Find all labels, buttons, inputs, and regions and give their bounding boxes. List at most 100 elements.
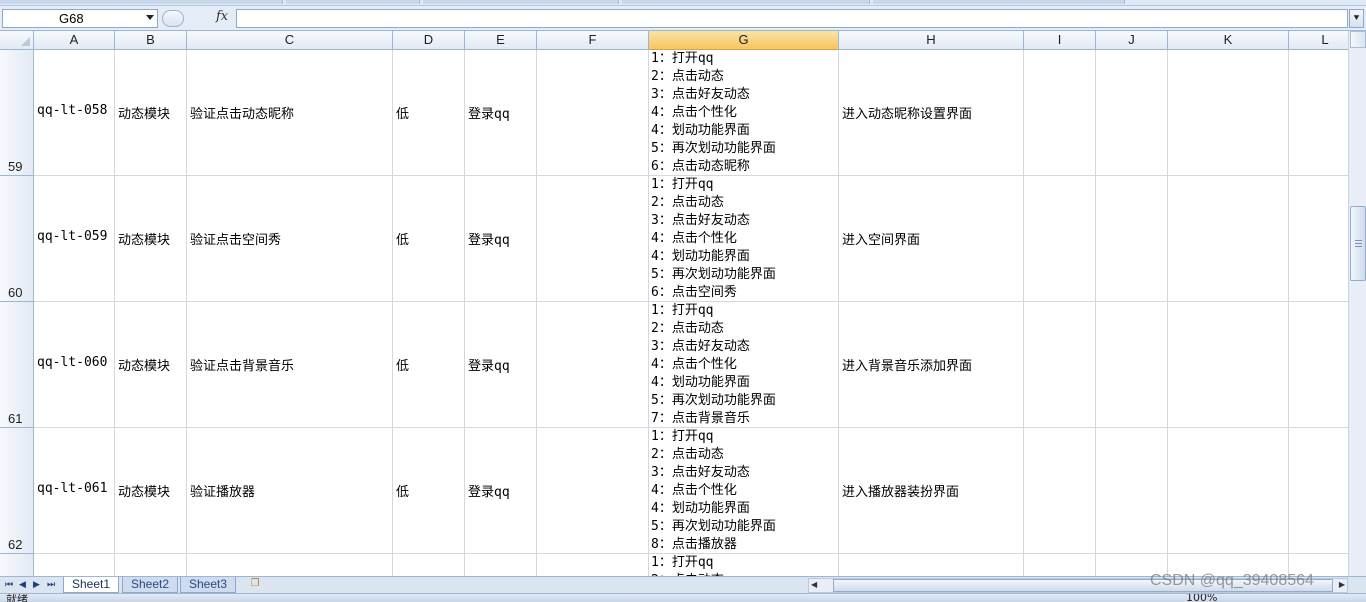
cell-id[interactable]: qq-lt-061 [34, 428, 115, 554]
cell-k[interactable] [1168, 50, 1289, 176]
cell-steps[interactable]: 1：打开qq 2：点击动态 3：点击好友动态 4：点击个性化 4：划动功能界面 5：再次划… [649, 302, 839, 428]
worksheet-grid[interactable]: 59 qq-lt-058 动态模块 验证点击动态昵称低登录qq 1：打开qq 2：点击动态… [0, 50, 1348, 576]
cell-i[interactable] [1024, 176, 1096, 302]
scroll-up-button[interactable] [1350, 31, 1366, 48]
cell-l[interactable] [1289, 428, 1348, 554]
row-header[interactable]: 59 [0, 50, 34, 176]
cell-j[interactable] [1096, 302, 1168, 428]
cell-id[interactable]: qq-lt-058 [34, 50, 115, 176]
column-header-c[interactable]: C [187, 31, 393, 50]
cell-title[interactable]: 验证播放器 [187, 428, 393, 554]
cell-i[interactable] [1024, 554, 1096, 576]
expand-formula-bar-icon[interactable]: ⯆ [1349, 9, 1364, 28]
cell-k[interactable] [1168, 302, 1289, 428]
cell-id[interactable]: qq-lt-059 [34, 176, 115, 302]
last-sheet-icon[interactable]: ⏭ [47, 580, 55, 590]
cell-module[interactable] [115, 554, 187, 576]
column-header-i[interactable]: I [1024, 31, 1096, 50]
cell-priority[interactable]: 低 [393, 50, 465, 176]
cell-f[interactable] [537, 176, 649, 302]
insert-sheet-icon[interactable]: ❐ [244, 578, 266, 592]
cell-priority[interactable] [393, 554, 465, 576]
column-header-a[interactable]: A [34, 31, 115, 50]
column-header-j[interactable]: J [1096, 31, 1168, 50]
cell-i[interactable] [1024, 302, 1096, 428]
cell-steps[interactable]: 1：打开qq 2：点击动态 3：点击好友动态 4：点击个性化 4：划动功能界面 5：再次划… [649, 50, 839, 176]
cell-k[interactable] [1168, 176, 1289, 302]
cell-i[interactable] [1024, 50, 1096, 176]
cell-j[interactable] [1096, 428, 1168, 554]
tab-sheet2[interactable]: Sheet2 [122, 577, 179, 593]
scroll-thumb[interactable] [1350, 206, 1366, 281]
cell-l[interactable] [1289, 176, 1348, 302]
first-sheet-icon[interactable]: ⏮ [5, 580, 13, 590]
column-header-d[interactable]: D [393, 31, 465, 50]
cell-precondition-text: 登录qq [468, 107, 510, 122]
row-header[interactable]: 62 [0, 428, 34, 554]
cell-k[interactable] [1168, 428, 1289, 554]
cell-precondition[interactable]: 登录qq [465, 428, 537, 554]
tab-sheet3[interactable]: Sheet3 [180, 577, 237, 593]
cell-precondition[interactable]: 登录qq [465, 176, 537, 302]
cell-f[interactable] [537, 302, 649, 428]
next-sheet-icon[interactable]: ▶ [33, 580, 40, 590]
row-header[interactable]: 63 [0, 554, 34, 576]
cell-i[interactable] [1024, 428, 1096, 554]
step-line: 8：点击播放器 [651, 537, 737, 552]
cell-l[interactable] [1289, 50, 1348, 176]
column-header-f[interactable]: F [537, 31, 649, 50]
cell-expected[interactable]: 进入背景音乐添加界面 [839, 302, 1024, 428]
cell-f[interactable] [537, 50, 649, 176]
cell-l[interactable] [1289, 302, 1348, 428]
scroll-right-icon[interactable]: ▶ [1339, 580, 1345, 589]
cell-expected[interactable]: 进入播放器装扮界面 [839, 428, 1024, 554]
cell-id[interactable] [34, 554, 115, 576]
row-header[interactable]: 61 [0, 302, 34, 428]
cell-module[interactable]: 动态模块 [115, 50, 187, 176]
column-header-g[interactable]: G [649, 31, 839, 50]
cell-j[interactable] [1096, 50, 1168, 176]
step-line: 4：点击个性化 [651, 357, 737, 372]
column-header-h[interactable]: H [839, 31, 1024, 50]
name-box-value: G68 [59, 11, 84, 26]
cell-f[interactable] [537, 554, 649, 576]
cell-title[interactable] [187, 554, 393, 576]
cell-expected[interactable]: 进入动态昵称设置界面 [839, 50, 1024, 176]
cell-precondition[interactable] [465, 554, 537, 576]
column-header-e[interactable]: E [465, 31, 537, 50]
insert-function-icon[interactable]: fx [216, 9, 228, 24]
cell-title[interactable]: 验证点击动态昵称 [187, 50, 393, 176]
column-header-k[interactable]: K [1168, 31, 1289, 50]
step-line: 4：点击个性化 [651, 105, 737, 120]
cell-priority[interactable]: 低 [393, 176, 465, 302]
prev-sheet-icon[interactable]: ◀ [19, 580, 26, 590]
cell-precondition[interactable]: 登录qq [465, 302, 537, 428]
cell-id[interactable]: qq-lt-060 [34, 302, 115, 428]
zoom-level[interactable]: 100% [1186, 594, 1217, 602]
cell-steps[interactable]: 1：打开qq 2：点击动态 3：点击好友动态 4：点击个性化 4：划动功能界面 5：再次划… [649, 176, 839, 302]
cell-priority[interactable]: 低 [393, 302, 465, 428]
row-header[interactable]: 60 [0, 176, 34, 302]
cell-title[interactable]: 验证点击背景音乐 [187, 302, 393, 428]
scroll-left-icon[interactable]: ◀ [811, 580, 817, 589]
cell-j[interactable] [1096, 176, 1168, 302]
cell-expected[interactable] [839, 554, 1024, 576]
formula-input[interactable] [236, 9, 1348, 28]
cell-expected[interactable]: 进入空间界面 [839, 176, 1024, 302]
cell-module[interactable]: 动态模块 [115, 176, 187, 302]
cell-f[interactable] [537, 428, 649, 554]
tab-sheet1[interactable]: Sheet1 [63, 577, 120, 593]
column-header-b[interactable]: B [115, 31, 187, 50]
cell-module[interactable]: 动态模块 [115, 302, 187, 428]
cell-module[interactable]: 动态模块 [115, 428, 187, 554]
cell-steps[interactable]: 1：打开qq 2：点击动态 3：点击好友动态 4：点击个性化 4：划动功能界面 5：再次划… [649, 428, 839, 554]
select-all-button[interactable] [0, 31, 34, 50]
cell-title[interactable]: 验证点击空间秀 [187, 176, 393, 302]
cell-steps[interactable]: 1：打开qq2：点击动态 [649, 554, 839, 576]
resize-handle[interactable] [162, 10, 184, 27]
cell-precondition[interactable]: 登录qq [465, 50, 537, 176]
vertical-scrollbar[interactable] [1348, 31, 1366, 576]
name-box[interactable]: G68 [2, 9, 158, 28]
chevron-down-icon[interactable] [146, 15, 154, 20]
cell-priority[interactable]: 低 [393, 428, 465, 554]
